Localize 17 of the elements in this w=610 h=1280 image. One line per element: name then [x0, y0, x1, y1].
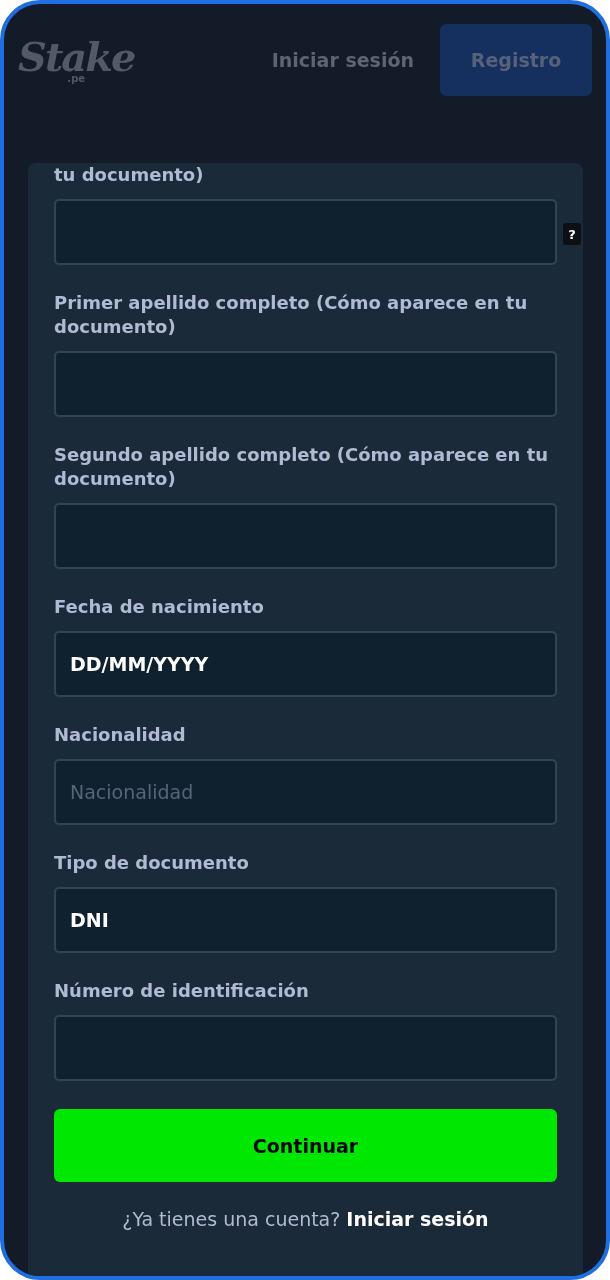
input-field[interactable]: DNI [54, 887, 557, 953]
input-field[interactable] [54, 503, 557, 569]
input-field[interactable] [54, 351, 557, 417]
input-field[interactable] [54, 199, 557, 265]
account-prompt: ¿Ya tienes una cuenta? [122, 1208, 341, 1230]
field-label: Tipo de documento [54, 851, 250, 875]
help-badge[interactable]: ? [563, 223, 581, 245]
field-label: Primer apellido completo (Cómo aparece en tu documento) [54, 291, 529, 339]
continue-button[interactable]: Continuar [54, 1109, 557, 1182]
login-link[interactable]: Iniciar sesión [346, 1208, 489, 1230]
input-field[interactable]: DD/MM/YYYY [54, 631, 557, 697]
input-field[interactable] [54, 1015, 557, 1081]
field-label: Número de identificación [54, 979, 310, 1003]
field-label: Fecha de nacimiento [54, 595, 265, 619]
field-label: tu documento) [54, 163, 205, 187]
field-label: Segundo apellido completo (Cómo aparece en tu documento) [54, 443, 550, 491]
field-label: Nacionalidad [54, 723, 187, 747]
